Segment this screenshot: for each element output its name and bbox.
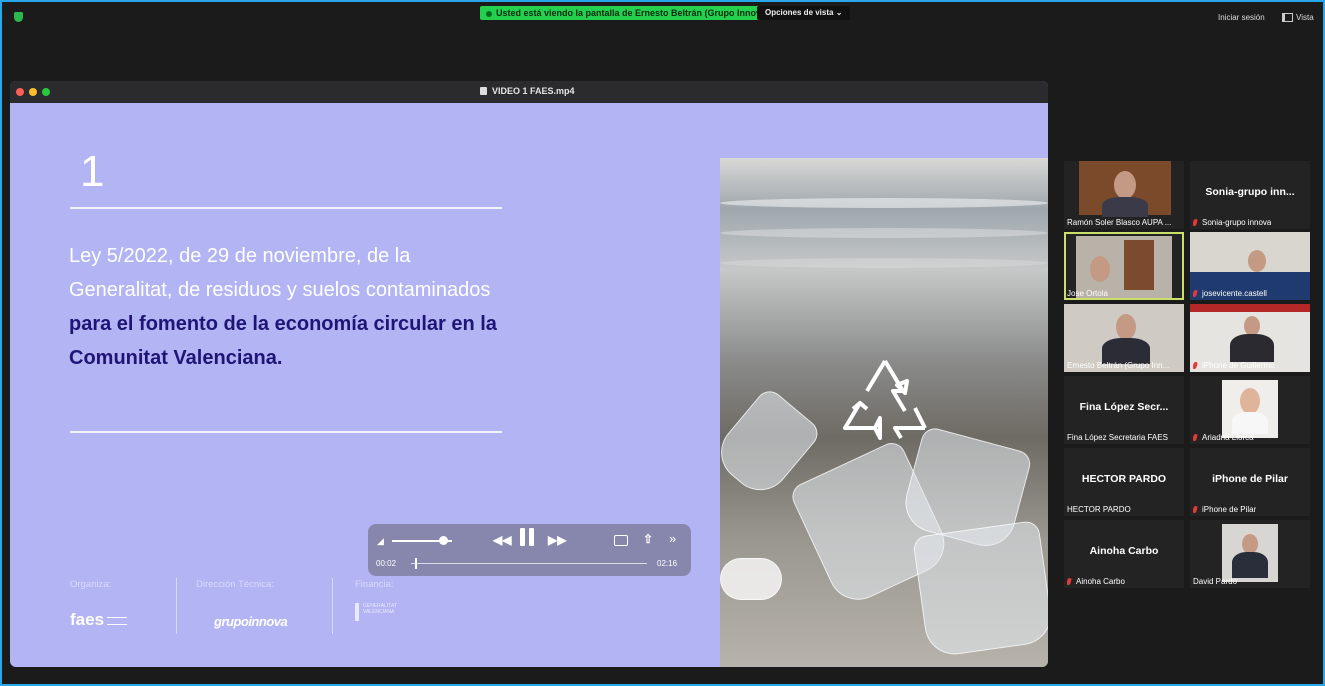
grupo-innova-logo: grupoinnova: [214, 614, 288, 629]
participant-display-name: iPhone de Pilar: [1212, 473, 1288, 485]
participant-tile[interactable]: Sonia-grupo inn... Sonia-grupo innova: [1190, 161, 1310, 229]
close-window-button[interactable]: [16, 88, 24, 96]
faes-logo: faes: [70, 610, 128, 630]
participant-tile[interactable]: iPhone de Pilar iPhone de Pilar: [1190, 448, 1310, 516]
video-player-window: VIDEO 1 FAES.mp4 1 Ley 5/2022, de 29 de …: [10, 81, 1048, 667]
share-indicator-icon: [486, 10, 492, 17]
participant-tile[interactable]: Ernesto Beltrán (Grupo Inn...: [1064, 304, 1184, 372]
participant-display-name: Fina López Secr...: [1079, 401, 1169, 413]
view-button[interactable]: Vista: [1282, 13, 1314, 23]
screen-share-window: Usted está viendo la pantalla de Ernesto…: [0, 0, 1325, 686]
player-titlebar[interactable]: VIDEO 1 FAES.mp4: [10, 81, 1048, 103]
participant-name: HECTOR PARDO: [1067, 505, 1131, 514]
playback-controls: ◢ ◀◀ ▶▶ ⇧ » 00:02 02:16: [368, 524, 691, 576]
participant-name: Fina López Secretaria FAES: [1067, 433, 1168, 442]
participant-name: iPhone de Pilar: [1202, 505, 1257, 514]
slide-number: 1: [80, 147, 105, 196]
divider: [176, 578, 177, 634]
participant-tile[interactable]: HECTOR PARDO HECTOR PARDO: [1064, 448, 1184, 516]
participant-name: Sonia-grupo innova: [1202, 218, 1272, 227]
participant-display-name: Sonia-grupo inn...: [1205, 186, 1295, 198]
participant-name: Jose Ortola: [1067, 289, 1108, 298]
layout-icon: [1282, 13, 1293, 23]
participant-tile[interactable]: Ramón Soler Blasco AUPA ...: [1064, 161, 1184, 229]
shield-icon[interactable]: [14, 12, 23, 22]
participant-tile[interactable]: Ainoha Carbo Ainoha Carbo: [1064, 520, 1184, 588]
view-label: Vista: [1296, 13, 1314, 22]
view-options-label: Opciones de vista: [765, 8, 834, 17]
participant-name: iPhone de Guillermo: [1202, 361, 1275, 370]
muted-mic-icon: [1193, 290, 1198, 297]
document-icon: [480, 87, 487, 95]
muted-mic-icon: [1193, 219, 1198, 226]
law-title: Ley 5/2022, de 29 de noviembre, de la Ge…: [69, 239, 509, 375]
muted-mic-icon: [1193, 362, 1198, 369]
share-banner-text: Usted está viendo la pantalla de Ernesto…: [496, 8, 770, 18]
plastic-waste-photo: [720, 158, 1048, 667]
muted-mic-icon: [1193, 434, 1198, 441]
view-options-button[interactable]: Opciones de vista ⌄: [757, 6, 851, 20]
law-text: Ley 5/2022, de 29 de noviembre, de la Ge…: [69, 245, 491, 301]
sign-in-link[interactable]: Iniciar sesión: [1218, 13, 1265, 22]
share-button[interactable]: ⇧: [643, 532, 653, 546]
minimize-window-button[interactable]: [29, 88, 37, 96]
participant-tile[interactable]: David Pardo: [1190, 520, 1310, 588]
fast-forward-button[interactable]: ▶▶: [548, 533, 566, 547]
top-bar: Usted está viendo la pantalla de Ernesto…: [2, 2, 1323, 30]
muted-mic-icon: [1193, 506, 1198, 513]
scrubber-track[interactable]: [411, 563, 647, 564]
generalitat-logo: GENERALITAT VALENCIANA: [355, 603, 413, 621]
faes-logo-text: faes: [70, 610, 105, 629]
divider: [332, 578, 333, 634]
end-time: 02:16: [657, 559, 678, 568]
participant-name: Ernesto Beltrán (Grupo Inn...: [1067, 361, 1170, 370]
participant-name: David Pardo: [1193, 577, 1238, 586]
divider: [70, 207, 502, 209]
share-banner: Usted está viendo la pantalla de Ernesto…: [480, 6, 776, 20]
volume-knob[interactable]: [439, 536, 448, 545]
participant-tile[interactable]: Fina López Secr... Fina López Secretaria…: [1064, 376, 1184, 444]
file-name: VIDEO 1 FAES.mp4: [492, 86, 575, 96]
participant-tile-active-speaker[interactable]: Jose Ortola: [1064, 232, 1184, 300]
scrubber-playhead[interactable]: [414, 558, 417, 569]
muted-mic-icon: [1067, 578, 1072, 585]
current-time: 00:02: [376, 559, 397, 568]
law-bold-text: para el fomento de la economía circular …: [69, 313, 497, 369]
recycle-icon: [843, 359, 927, 440]
organiza-label: Organiza:: [70, 579, 112, 590]
direccion-label: Dirección Técnica:: [196, 579, 274, 590]
participant-display-name: Ainoha Carbo: [1089, 545, 1159, 557]
participant-tile[interactable]: josevicente.castell: [1190, 232, 1310, 300]
participant-name: Ariadna Llorca: [1202, 433, 1254, 442]
participant-name: josevicente.castell: [1202, 289, 1267, 298]
participant-tile[interactable]: Ariadna Llorca: [1190, 376, 1310, 444]
zoom-window-button[interactable]: [42, 88, 50, 96]
participant-tile[interactable]: iPhone de Guillermo: [1190, 304, 1310, 372]
picture-in-picture-button[interactable]: [614, 535, 628, 546]
generalitat-logo-text: GENERALITAT VALENCIANA: [363, 603, 397, 615]
file-title: VIDEO 1 FAES.mp4: [480, 86, 575, 96]
participant-name: Ainoha Carbo: [1076, 577, 1125, 586]
rewind-button[interactable]: ◀◀: [493, 533, 511, 547]
more-button[interactable]: »: [669, 531, 676, 546]
participant-display-name: HECTOR PARDO: [1081, 473, 1167, 485]
volume-icon[interactable]: ◢: [377, 536, 384, 547]
chevron-down-icon: ⌄: [835, 8, 843, 17]
financia-label: Financia:: [355, 579, 394, 590]
pause-button[interactable]: [518, 528, 536, 546]
participant-name: Ramón Soler Blasco AUPA ...: [1067, 218, 1172, 227]
divider: [70, 431, 502, 433]
